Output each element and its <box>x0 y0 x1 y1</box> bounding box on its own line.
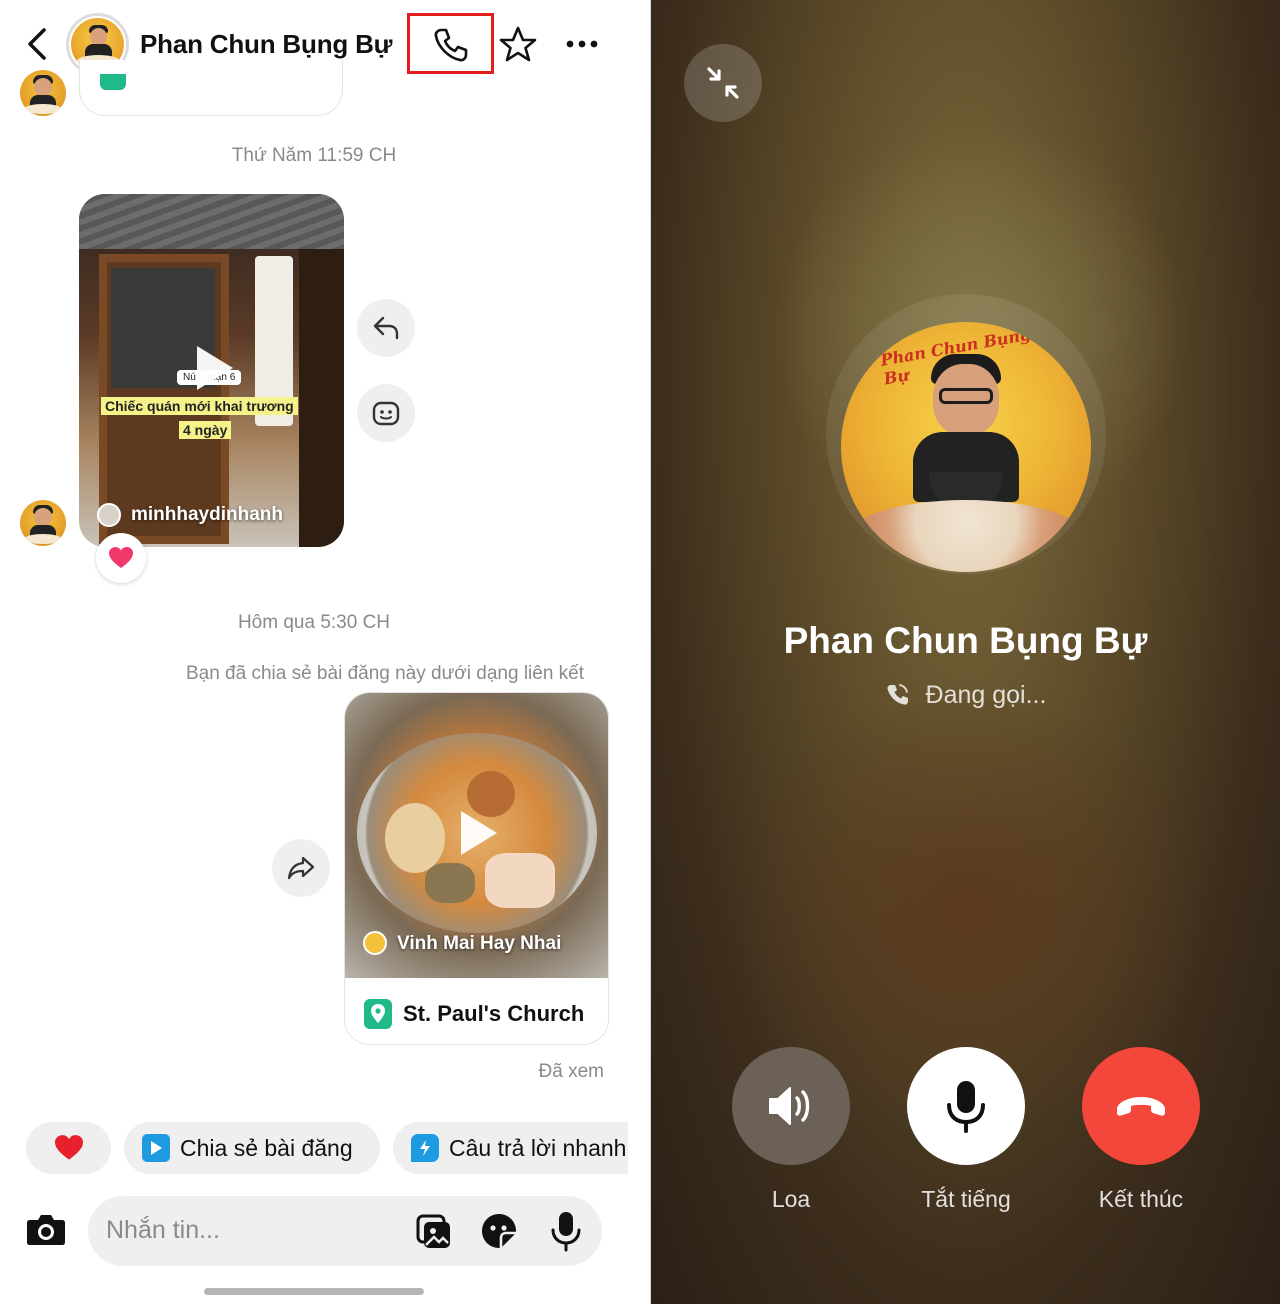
share-note: Bạn đã chia sẻ bài đăng này dưới dạng li… <box>185 663 585 684</box>
chip-label: Chia sẻ bài đăng <box>180 1134 353 1161</box>
video-caption-line1: Chiếc quán mới khai trương <box>101 397 298 415</box>
sticker-icon <box>482 1214 516 1248</box>
more-options-button[interactable] <box>562 32 602 56</box>
speaker-label: Loa <box>771 1186 811 1212</box>
minimize-icon <box>707 67 739 99</box>
timestamp: Thứ Năm 11:59 CH <box>231 145 397 166</box>
camera-icon <box>27 1215 65 1245</box>
reply-button[interactable] <box>357 299 415 357</box>
timestamp: Hôm qua 5:30 CH <box>237 612 391 633</box>
mute-label: Tắt tiếng <box>921 1186 1011 1212</box>
message-input[interactable]: Nhắn tin... <box>106 1216 220 1245</box>
microphone-icon <box>551 1212 581 1252</box>
caller-avatar: Phan Chun Bụng Bự <box>841 322 1091 572</box>
chat-title[interactable]: Phan Chun Bụng Bự <box>140 29 392 60</box>
creator-avatar <box>363 931 387 955</box>
post-creator-name[interactable]: Vinh Mai Hay Nhai <box>397 933 561 955</box>
hang-up-icon <box>1117 1097 1165 1116</box>
back-button[interactable] <box>20 26 54 62</box>
play-square-icon <box>142 1134 170 1162</box>
caller-name: Phan Chun Bụng Bự <box>783 620 1148 661</box>
heart-icon <box>109 547 133 568</box>
shared-video-card[interactable]: Nú · quận 6 Chiếc quán mới khai trương 4… <box>79 194 344 547</box>
reply-icon <box>373 316 399 340</box>
call-status: Đang gọi... <box>651 681 1280 710</box>
call-button-highlight <box>407 13 494 74</box>
lightning-icon <box>411 1134 439 1162</box>
previous-message-card[interactable] <box>79 60 343 116</box>
share-post-chip[interactable]: Chia sẻ bài đăng <box>124 1122 380 1174</box>
camera-button[interactable] <box>24 1210 68 1250</box>
heart-reaction[interactable] <box>96 533 146 583</box>
chat-panel: Phan Chun Bụng Bự Thứ Năm 11:59 CH Nú · … <box>0 0 650 1304</box>
play-icon <box>197 346 233 390</box>
shared-post-card[interactable]: Vinh Mai Hay Nhai St. Paul's Church <box>344 692 609 1045</box>
video-creator-name[interactable]: minhhaydinhanh <box>131 504 283 526</box>
speaker-button[interactable] <box>732 1047 850 1165</box>
creator-avatar <box>97 503 121 527</box>
message-composer[interactable]: Nhắn tin... <box>88 1196 602 1266</box>
quick-heart-chip[interactable] <box>26 1122 111 1174</box>
end-call-label: Kết thúc <box>1098 1186 1184 1212</box>
sender-avatar[interactable] <box>20 70 66 116</box>
calling-phone-icon <box>887 684 908 705</box>
more-horizontal-icon <box>566 40 598 48</box>
react-button[interactable] <box>357 384 415 442</box>
location-name[interactable]: St. Paul's Church <box>403 1001 584 1027</box>
chip-label: Câu trả lời nhanh <box>449 1134 627 1161</box>
chevron-left-icon <box>28 28 46 60</box>
home-indicator <box>204 1288 424 1295</box>
seen-status: Đã xem <box>538 1061 604 1082</box>
gallery-button[interactable] <box>414 1212 454 1250</box>
sticker-face-icon <box>372 401 400 426</box>
call-status-text: Đang gọi... <box>925 681 1047 709</box>
play-icon <box>461 811 497 855</box>
mute-button[interactable] <box>907 1047 1025 1165</box>
favorite-button[interactable] <box>497 24 539 66</box>
microphone-icon <box>947 1081 985 1133</box>
location-pin-icon <box>364 999 392 1029</box>
forward-button[interactable] <box>272 839 330 897</box>
end-call-button[interactable] <box>1082 1047 1200 1165</box>
minimize-call-button[interactable] <box>684 44 762 122</box>
video-caption-line2: 4 ngày <box>179 421 232 439</box>
star-icon <box>499 26 537 62</box>
share-arrow-icon <box>287 856 315 880</box>
chip-overflow-mask <box>628 1110 650 1190</box>
quick-reply-chip[interactable]: Câu trả lời nhanh <box>393 1122 650 1174</box>
sender-avatar[interactable] <box>20 500 66 546</box>
sticker-button[interactable] <box>480 1212 518 1250</box>
heart-icon <box>54 1135 83 1160</box>
gallery-icon <box>416 1214 450 1248</box>
call-panel: Phan Chun Bụng Bự Phan Chun Bụng Bự Đang… <box>651 0 1280 1304</box>
speaker-icon <box>769 1087 810 1125</box>
voice-message-button[interactable] <box>548 1210 584 1252</box>
